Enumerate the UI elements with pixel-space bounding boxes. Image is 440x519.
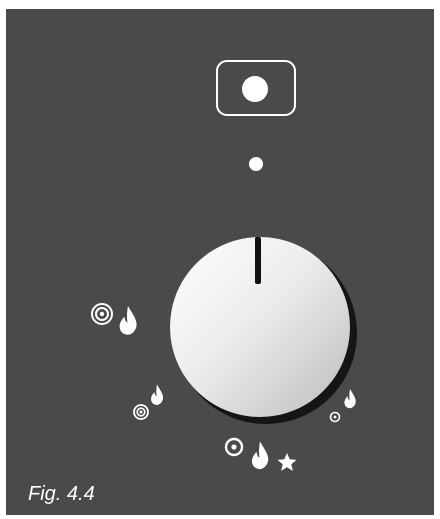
knob-marker-line	[255, 237, 261, 284]
figure-caption: Fig. 4.4	[28, 483, 95, 505]
spark-star-icon	[277, 453, 297, 471]
small-flame-icon	[151, 384, 164, 405]
position-small-flame	[133, 384, 164, 420]
position-ignition	[224, 437, 297, 471]
control-knob[interactable]	[170, 237, 357, 424]
indicator-light	[249, 157, 263, 171]
small-flame-icon	[344, 389, 356, 409]
flame-icon	[251, 441, 269, 470]
ignition-button[interactable]	[216, 60, 296, 116]
control-diagram	[91, 60, 357, 471]
small-ring-icon	[329, 411, 341, 423]
position-large-flame	[91, 303, 137, 335]
large-ring-icon	[91, 303, 113, 325]
large-flame-icon	[119, 306, 137, 335]
ignition-button-icon	[242, 76, 268, 102]
medium-ring-icon	[133, 404, 149, 420]
position-pilot	[329, 389, 356, 423]
ring-icon	[224, 437, 244, 457]
